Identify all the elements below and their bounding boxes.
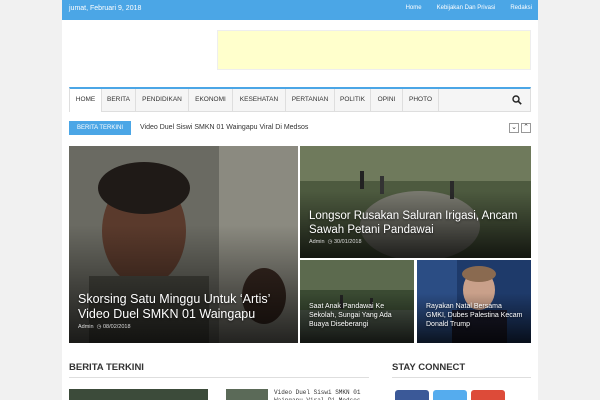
top-link-privacy[interactable]: Kebijakan Dan Privasi — [437, 5, 496, 11]
current-date: jumat, Februari 9, 2018 — [69, 5, 142, 12]
top-bar: jumat, Februari 9, 2018 Home Kebijakan D… — [62, 0, 538, 20]
ticker-up-button[interactable]: ⌃ — [521, 123, 531, 133]
post-date: 30/01/2018 — [333, 239, 362, 245]
latest-item-title[interactable]: Video Duel Siswi SMKN 01 Waingapu Viral … — [274, 389, 364, 400]
featured-bottom-left-title[interactable]: Saat Anak Pandawai Ke Sekolah, Sungai Ya… — [309, 302, 406, 329]
author-name[interactable]: Admin — [309, 239, 325, 245]
featured-main-meta: Admin ◷ 08/02/2018 — [78, 324, 131, 330]
nav-item-berita[interactable]: BERITA — [102, 89, 136, 112]
ticker-headline[interactable]: Video Duel Siswi SMKN 01 Waingapu Viral … — [140, 124, 308, 131]
latest-section-title: BERITA TERKINI — [69, 362, 144, 373]
featured-top-right-title[interactable]: Longsor Rusakan Saluran Irigasi, Ancam S… — [309, 209, 523, 237]
nav-item-opini[interactable]: OPINI — [371, 89, 403, 112]
top-link-home[interactable]: Home — [406, 5, 422, 11]
section-divider — [392, 377, 531, 378]
page-container: HOME BERITA PENDIDIKAN EKONOMI KESEHATAN… — [62, 20, 538, 400]
facebook-button[interactable] — [395, 390, 429, 400]
header-ad-banner[interactable] — [217, 30, 531, 70]
featured-main-article[interactable]: Skorsing Satu Minggu Untuk ‘Artis’ Video… — [69, 146, 298, 343]
top-links: Home Kebijakan Dan Privasi Redaksi — [391, 5, 532, 11]
section-divider — [69, 377, 369, 378]
author-name[interactable]: Admin — [78, 324, 94, 330]
chevron-down-icon: ⌄ — [511, 124, 517, 131]
latest-item-thumbnail[interactable] — [226, 389, 268, 400]
featured-bottom-left-article[interactable]: Saat Anak Pandawai Ke Sekolah, Sungai Ya… — [300, 260, 414, 343]
featured-bottom-right-title[interactable]: Rayakan Natal Bersama GMKI, Dubes Palest… — [426, 302, 523, 329]
clock-icon: ◷ — [95, 324, 102, 330]
featured-top-right-article[interactable]: Longsor Rusakan Saluran Irigasi, Ancam S… — [300, 146, 531, 258]
twitter-button[interactable] — [433, 390, 467, 400]
news-ticker: BERITA TERKINI Video Duel Siswi SMKN 01 … — [69, 121, 531, 137]
top-link-redaksi[interactable]: Redaksi — [510, 5, 532, 11]
nav-item-photo[interactable]: PHOTO — [403, 89, 439, 112]
nav-item-politik[interactable]: POLITIK — [335, 89, 371, 112]
chevron-up-icon: ⌃ — [523, 124, 529, 131]
search-icon[interactable] — [512, 95, 522, 105]
clock-icon: ◷ — [326, 239, 333, 245]
nav-item-pertanian[interactable]: PERTANIAN — [286, 89, 335, 112]
nav-item-kesehatan[interactable]: KESEHATAN — [233, 89, 286, 112]
post-date: 08/02/2018 — [102, 324, 131, 330]
connect-section-title: STAY CONNECT — [392, 362, 466, 373]
main-nav: HOME BERITA PENDIDIKAN EKONOMI KESEHATAN… — [69, 87, 531, 112]
nav-item-ekonomi[interactable]: EKONOMI — [189, 89, 233, 112]
google-plus-button[interactable] — [471, 390, 505, 400]
ticker-label: BERITA TERKINI — [69, 121, 131, 135]
featured-bottom-right-article[interactable]: Rayakan Natal Bersama GMKI, Dubes Palest… — [417, 260, 531, 343]
nav-item-home[interactable]: HOME — [70, 89, 102, 112]
nav-item-pendidikan[interactable]: PENDIDIKAN — [136, 89, 189, 112]
ticker-down-button[interactable]: ⌄ — [509, 123, 519, 133]
latest-lead-thumbnail[interactable] — [69, 389, 208, 400]
featured-top-right-meta: Admin ◷ 30/01/2018 — [309, 239, 362, 245]
featured-main-title[interactable]: Skorsing Satu Minggu Untuk ‘Artis’ Video… — [78, 292, 290, 322]
